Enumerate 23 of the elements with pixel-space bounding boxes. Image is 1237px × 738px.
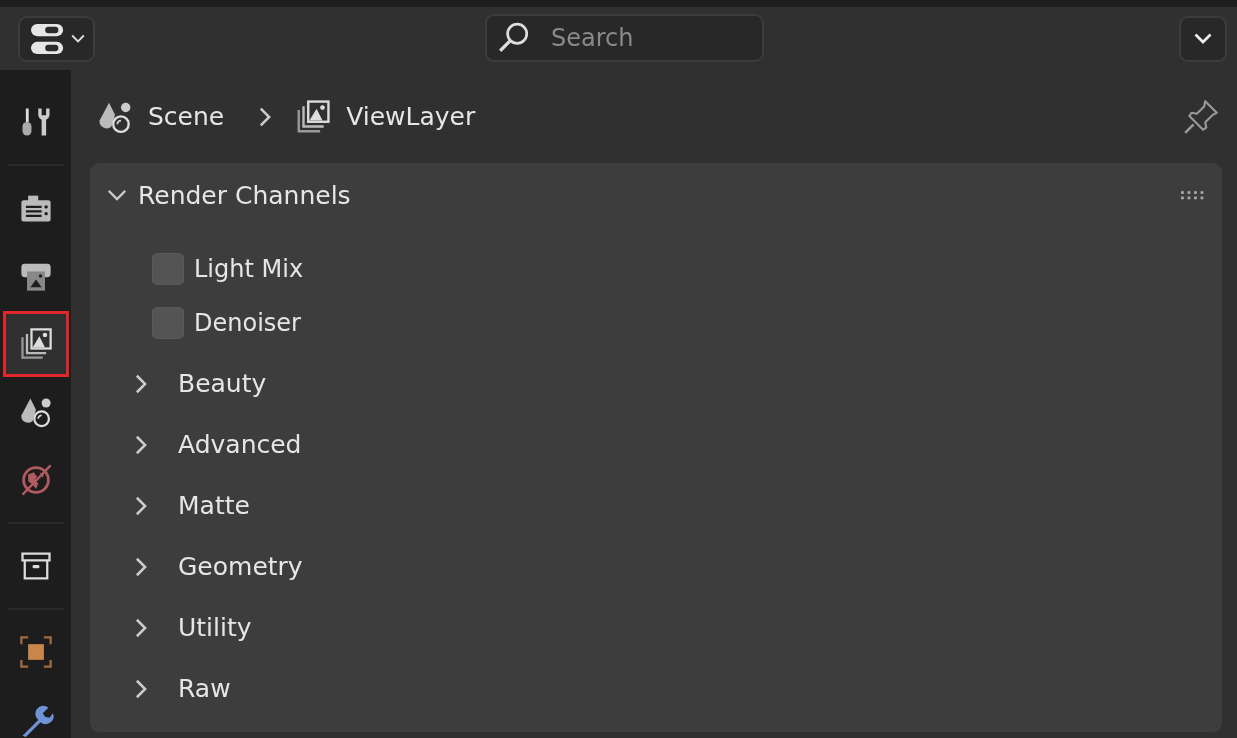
chevron-down-icon: [1194, 32, 1212, 45]
subpanel-header[interactable]: Geometry: [90, 536, 1222, 597]
drag-handle-icon[interactable]: [1180, 189, 1206, 201]
square-frame-icon: [17, 634, 54, 670]
panel-header[interactable]: Render Channels: [106, 180, 351, 210]
subpanel-header[interactable]: Utility: [90, 597, 1222, 658]
checkbox-option[interactable]: Light Mix: [152, 253, 1222, 285]
pin-icon[interactable]: [1182, 97, 1220, 136]
editor-type-button[interactable]: [18, 15, 95, 62]
checkbox[interactable]: [152, 307, 184, 339]
breadcrumb-label: ViewLayer: [346, 102, 476, 131]
subpanel-header[interactable]: Matte: [90, 475, 1222, 536]
dropdown-button[interactable]: [1179, 15, 1227, 62]
search-icon: [497, 21, 531, 55]
sidebar-tab[interactable]: [2, 311, 69, 377]
subpanel-header[interactable]: Beauty: [90, 353, 1222, 414]
checkbox[interactable]: [152, 253, 184, 285]
chevron-down-icon: [70, 33, 85, 44]
search-field[interactable]: Search: [485, 14, 764, 62]
checkbox-option[interactable]: Denoiser: [152, 307, 1222, 339]
subpanel-header[interactable]: Advanced: [90, 414, 1222, 475]
breadcrumb-label: Scene: [148, 102, 225, 131]
subpanel-header[interactable]: Raw: [90, 658, 1222, 719]
